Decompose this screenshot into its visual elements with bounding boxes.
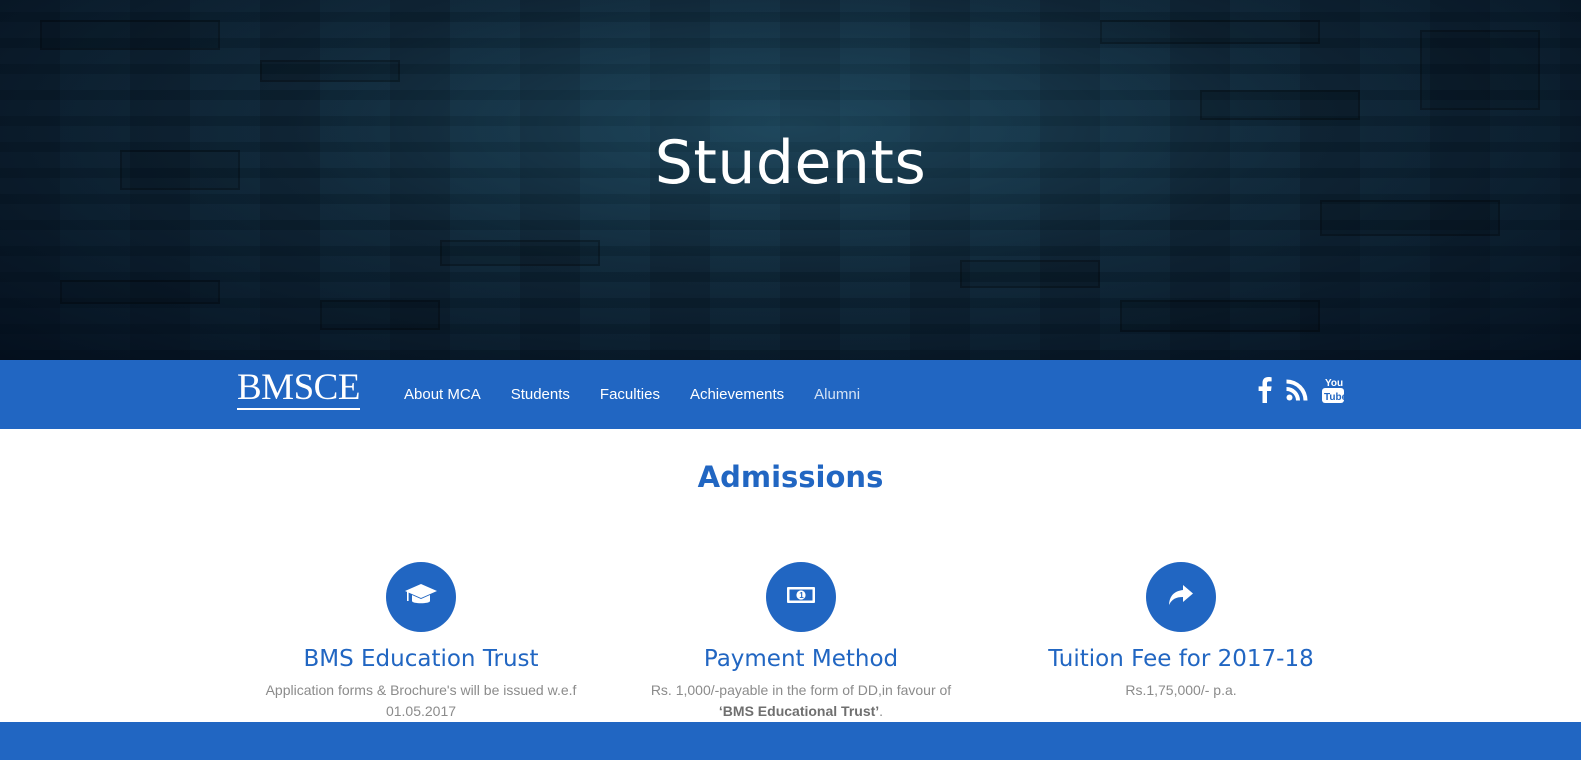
svg-text:You: You xyxy=(1325,378,1343,389)
feature-title: BMS Education Trust xyxy=(303,646,539,672)
svg-text:Tube: Tube xyxy=(1324,392,1344,403)
feature-description-line1: Application forms & Brochure's will be i… xyxy=(265,682,577,698)
admissions-heading: Admissions xyxy=(697,460,884,494)
social-links: You Tube xyxy=(1258,372,1358,412)
hero-banner: Students xyxy=(0,0,1581,360)
feature-tuition-fee: Tuition Fee for 2017-18 Rs.1,75,000/- p.… xyxy=(1011,562,1351,701)
main-navbar: BMSCE About MCA Students Faculties Achie… xyxy=(0,360,1581,429)
feature-description: Application forms & Brochure's will be i… xyxy=(251,680,591,722)
share-arrow-icon xyxy=(1168,584,1194,611)
feature-description-line1: Rs. 1,000/-payable in the form of DD,in … xyxy=(650,682,952,698)
nav-link-achievements[interactable]: Achievements xyxy=(690,386,784,403)
feature-description-end: . xyxy=(879,703,884,719)
nav-link-faculties[interactable]: Faculties xyxy=(600,386,660,403)
feature-title: Tuition Fee for 2017-18 xyxy=(1048,646,1314,672)
feature-payment-method: 1 Payment Method Rs. 1,000/-payable in t… xyxy=(631,562,971,722)
footer-bar xyxy=(0,722,1581,760)
feature-icon-circle xyxy=(1146,562,1216,632)
hero-title: Students xyxy=(654,128,927,198)
feature-description-bold: ‘BMS Educational Trust’ xyxy=(718,703,880,719)
feature-description: Rs. 1,000/-payable in the form of DD,in … xyxy=(631,680,971,722)
nav-link-students[interactable]: Students xyxy=(511,386,570,403)
graduation-cap-icon xyxy=(404,582,438,613)
feature-description-line1: Rs.1,75,000/- p.a. xyxy=(1125,682,1237,698)
facebook-icon[interactable] xyxy=(1258,376,1272,408)
svg-text:1: 1 xyxy=(799,591,804,600)
nav-link-about-mca[interactable]: About MCA xyxy=(404,386,481,403)
feature-bms-education-trust: BMS Education Trust Application forms & … xyxy=(251,562,591,722)
feature-icon-circle: 1 xyxy=(766,562,836,632)
feature-icon-circle xyxy=(386,562,456,632)
youtube-icon[interactable]: You Tube xyxy=(1322,376,1348,409)
feature-description-line2: 01.05.2017 xyxy=(385,703,457,719)
feature-description: Rs.1,75,000/- p.a. xyxy=(1011,680,1351,701)
brand-logo[interactable]: BMSCE xyxy=(237,368,360,410)
nav-link-alumni[interactable]: Alumni xyxy=(814,386,860,403)
rss-icon[interactable] xyxy=(1286,379,1308,406)
money-icon: 1 xyxy=(786,585,816,610)
nav-links: About MCA Students Faculties Achievement… xyxy=(404,360,890,429)
feature-title: Payment Method xyxy=(703,646,899,672)
